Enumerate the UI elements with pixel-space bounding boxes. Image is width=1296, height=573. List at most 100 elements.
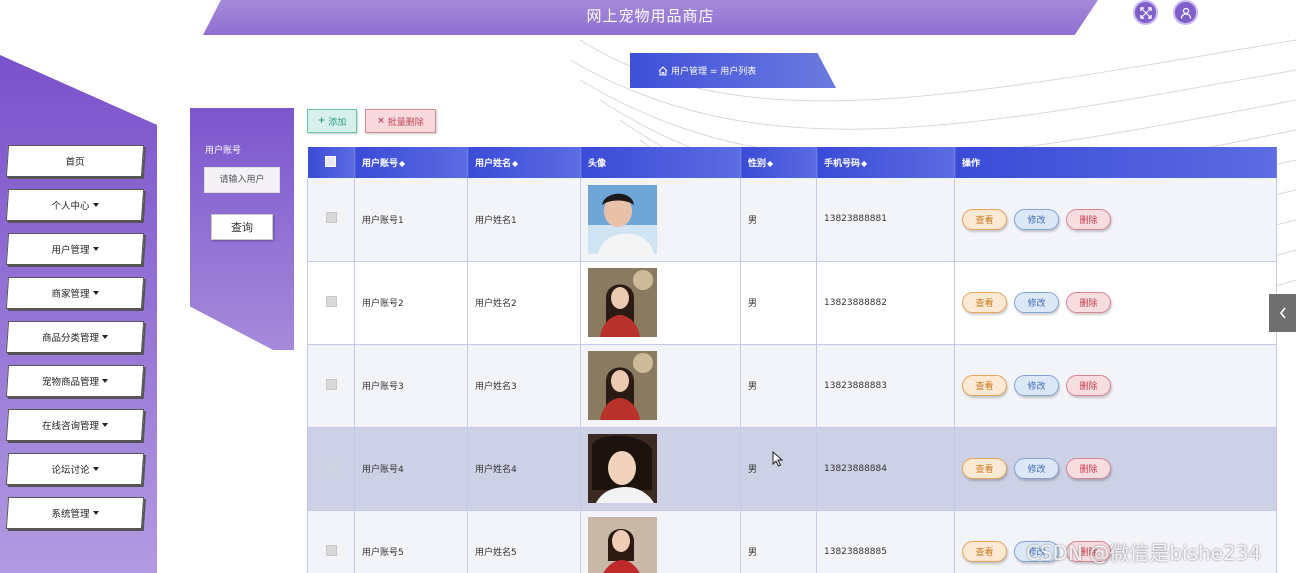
row-checkbox[interactable] [325,295,337,307]
batch-delete-button[interactable]: × 批量删除 [365,109,436,133]
avatar-image [588,517,657,573]
edit-button[interactable]: 修改 [1014,292,1059,313]
search-input[interactable] [204,167,280,193]
sidebar-item-label: 在线咨询管理 [41,421,99,432]
caret-down-icon [92,247,99,251]
table-row: 用户账号1 用户姓名1 男 13823888881 查看 修改 删除 [307,178,1277,262]
cell-account: 用户账号5 [354,510,468,573]
table-header-row: 用户账号◆ 用户姓名◆ 头像 性别◆ 手机号码◆ 操作 [307,147,1277,178]
sort-icon: ◆ [861,159,868,168]
search-panel: 用户账号 查询 [190,108,294,350]
sidebar-item-personal-center[interactable]: 个人中心 [5,189,145,221]
fullscreen-button[interactable] [1133,0,1158,25]
sidebar-item-home[interactable]: 首页 [5,145,145,177]
cell-account: 用户账号1 [354,178,468,262]
row-checkbox[interactable] [325,461,337,473]
cell-gender: 男 [740,344,817,428]
sidebar-item-label: 宠物商品管理 [41,377,99,388]
user-icon [1180,7,1191,19]
side-collapse-button[interactable] [1269,294,1296,332]
caret-down-icon [92,511,99,515]
cell-gender: 男 [740,261,817,345]
mouse-cursor-icon [772,451,784,467]
sidebar-item-category-management[interactable]: 商品分类管理 [5,321,145,353]
sidebar-item-consultation-management[interactable]: 在线咨询管理 [5,409,145,441]
cell-name: 用户姓名4 [467,427,581,511]
home-icon [658,65,668,76]
column-header-ops: 操作 [954,147,1277,178]
delete-button[interactable]: 删除 [1066,375,1111,396]
caret-down-icon [102,379,108,383]
search-label: 用户账号 [205,146,242,156]
sidebar-item-merchant-management[interactable]: 商家管理 [5,277,145,309]
sidebar-item-label: 个人中心 [51,201,90,212]
breadcrumb: 用户管理 = 用户列表 [630,53,836,88]
view-button[interactable]: 查看 [962,541,1007,562]
view-button[interactable]: 查看 [962,292,1007,313]
cell-phone: 13823888884 [816,427,955,511]
table-row: 用户账号4 用户姓名4 男 13823888884 查看 修改 删除 [307,427,1277,511]
delete-button[interactable]: 删除 [1066,208,1111,230]
app-title: 网上宠物用品商店 [586,7,715,25]
sidebar-item-system-management[interactable]: 系统管理 [5,497,145,529]
edit-button[interactable]: 修改 [1014,208,1059,230]
delete-button[interactable]: 删除 [1066,292,1111,313]
watermark: CSDN @微信是bishe234 [1026,541,1262,565]
column-header-gender[interactable]: 性别◆ [740,147,817,178]
table-row: 用户账号2 用户姓名2 男 13823888882 查看 修改 删除 [307,261,1277,345]
cell-gender: 男 [740,427,817,511]
plus-icon: + [317,116,326,126]
cell-account: 用户账号4 [354,427,468,511]
header-bar: 网上宠物用品商店 [203,0,1098,35]
column-header-name[interactable]: 用户姓名◆ [467,147,581,178]
view-button[interactable]: 查看 [962,458,1007,479]
sidebar-item-label: 商品分类管理 [41,333,99,344]
sidebar-item-label: 用户管理 [51,245,90,256]
view-button[interactable]: 查看 [962,375,1007,396]
add-button[interactable]: + 添加 [307,109,357,133]
caret-down-icon [92,467,99,471]
sort-icon: ◆ [512,159,519,168]
column-header-avatar: 头像 [580,147,741,178]
column-header-phone[interactable]: 手机号码◆ [816,147,955,178]
row-checkbox[interactable] [325,544,337,556]
breadcrumb-text: 用户管理 = 用户列表 [671,67,757,77]
caret-down-icon [92,291,99,295]
avatar-image [588,351,657,420]
view-button[interactable]: 查看 [962,208,1007,230]
sidebar-item-pet-product-management[interactable]: 宠物商品管理 [5,365,145,397]
user-profile-button[interactable] [1173,0,1198,25]
batch-delete-label: 批量删除 [387,117,424,128]
cell-gender: 男 [740,178,817,262]
cell-name: 用户姓名5 [467,510,581,573]
search-button[interactable]: 查询 [211,214,273,240]
row-checkbox[interactable] [325,378,337,390]
cell-phone: 13823888883 [816,344,955,428]
close-icon: × [377,116,385,126]
expand-icon [1139,6,1152,19]
cell-account: 用户账号3 [354,344,468,428]
edit-button[interactable]: 修改 [1014,458,1059,479]
select-all-checkbox[interactable] [325,155,337,167]
cell-phone: 13823888882 [816,261,955,345]
avatar-image [588,268,657,337]
caret-down-icon [92,203,99,207]
sidebar-item-user-management[interactable]: 用户管理 [5,233,145,265]
cell-phone: 13823888885 [816,510,955,573]
sort-icon: ◆ [399,159,406,168]
avatar-image [588,184,657,254]
sidebar-item-label: 商家管理 [51,289,90,300]
cell-account: 用户账号2 [354,261,468,345]
avatar-image [588,434,657,503]
cell-name: 用户姓名3 [467,344,581,428]
edit-button[interactable]: 修改 [1014,375,1059,396]
sidebar-item-forum[interactable]: 论坛讨论 [5,453,145,485]
add-button-label: 添加 [328,117,347,128]
sidebar-item-label: 系统管理 [51,509,90,520]
delete-button[interactable]: 删除 [1066,458,1111,479]
cell-name: 用户姓名1 [467,178,581,262]
row-checkbox[interactable] [325,212,337,224]
cell-phone: 13823888881 [816,178,955,262]
cell-name: 用户姓名2 [467,261,581,345]
column-header-account[interactable]: 用户账号◆ [354,147,468,178]
